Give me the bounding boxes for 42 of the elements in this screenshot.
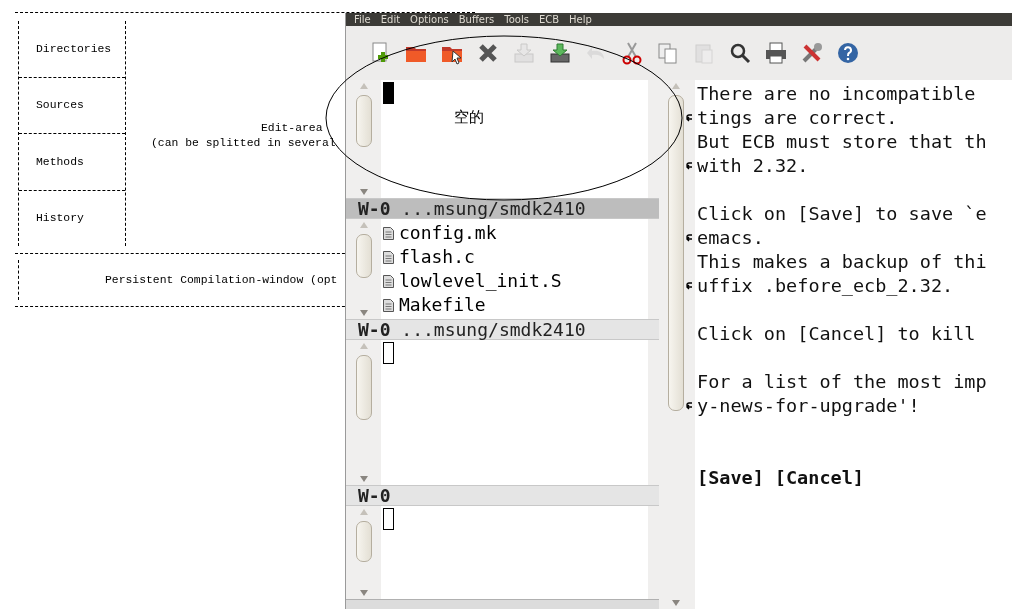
download-icon[interactable]: [548, 41, 572, 65]
text-line: There are no incompatible: [697, 83, 976, 104]
text-line: But ECB must store that th: [697, 131, 987, 152]
menu-item[interactable]: File: [354, 13, 371, 26]
file-icon: [383, 226, 394, 240]
pane-label: History: [36, 212, 84, 225]
text-line: emacs.: [697, 227, 764, 248]
source-filename[interactable]: flash.c: [399, 245, 475, 269]
edit-area-label: Edit-area: [260, 120, 323, 136]
save-button[interactable]: [Save]: [697, 466, 764, 490]
file-icon: [383, 250, 394, 264]
pane-label: Methods: [36, 155, 84, 168]
edit-area-label: (can be splitted in several: [151, 135, 336, 151]
menu-item[interactable]: Options: [410, 13, 449, 26]
text-line: This makes a backup of thi: [697, 251, 987, 272]
text-line: Click on [Save] to save `e: [697, 203, 987, 224]
scissors-icon[interactable]: [620, 41, 644, 65]
menu-item[interactable]: Edit: [380, 13, 401, 26]
source-filename[interactable]: config.mk: [399, 221, 497, 245]
pane-label: Directories: [36, 42, 112, 55]
menu-item[interactable]: Help: [569, 13, 592, 26]
search-icon[interactable]: [728, 41, 752, 65]
menu-item[interactable]: Buffers: [458, 13, 495, 26]
help-icon[interactable]: [836, 41, 860, 65]
text-line: tings are correct.: [697, 107, 898, 128]
text-line: with 2.32.: [697, 155, 809, 176]
text-line: uffix .before_ecb_2.32.: [697, 275, 954, 296]
menu-item[interactable]: ECB: [538, 13, 560, 26]
source-filename[interactable]: Makefile: [399, 293, 486, 317]
text-line: Click on [Cancel] to kill: [697, 323, 976, 344]
cancel-button[interactable]: [Cancel]: [774, 466, 864, 490]
file-icon: [383, 274, 394, 288]
pane-label: Sources: [36, 99, 84, 112]
tools-icon[interactable]: [800, 41, 824, 65]
text-line: For a list of the most imp: [697, 371, 987, 392]
text-line: y-news-for-upgrade'!: [697, 395, 920, 416]
compilation-label: Persistent Compilation-window (opt: [105, 274, 338, 286]
annotation-note: 空的: [454, 108, 484, 127]
source-filename[interactable]: lowlevel_init.S: [399, 269, 562, 293]
menu-item[interactable]: Tools: [504, 13, 529, 26]
file-icon: [383, 298, 394, 312]
printer-icon[interactable]: [764, 41, 788, 65]
